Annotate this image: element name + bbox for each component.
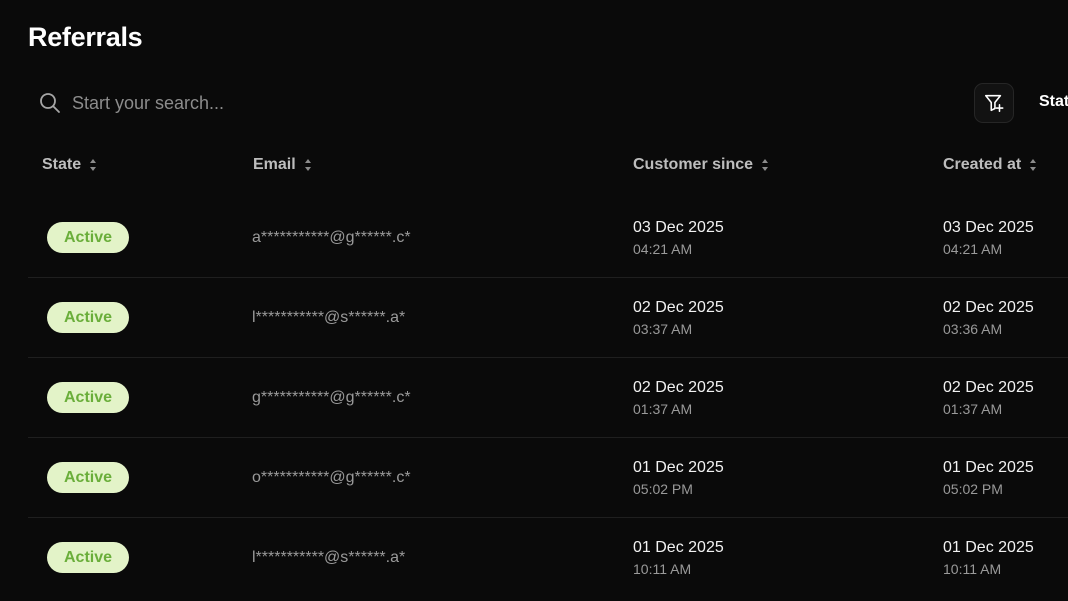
customer-since-time: 01:37 AM [633, 401, 693, 417]
sort-icon [762, 159, 769, 171]
customer-since-time: 10:11 AM [633, 561, 692, 577]
add-filter-button[interactable] [974, 83, 1014, 123]
created-at-time: 01:37 AM [943, 401, 1003, 417]
sort-icon [1030, 159, 1037, 171]
column-header-email[interactable]: Email [253, 156, 312, 174]
email-cell: l***********@s******.a* [252, 309, 406, 326]
customer-since-time: 05:02 PM [633, 481, 693, 497]
status-badge: Active [47, 462, 129, 493]
table-row[interactable]: Active g***********@g******.c* 02 Dec 20… [28, 358, 1068, 438]
customer-since-date: 02 Dec 2025 [633, 299, 724, 316]
created-at-time: 04:21 AM [943, 241, 1003, 257]
column-header-label: Created at [943, 156, 1022, 173]
customer-since-cell: 03 Dec 2025 04:21 AM [633, 219, 724, 257]
created-at-date: 01 Dec 2025 [943, 459, 1034, 476]
customer-since-date: 02 Dec 2025 [633, 379, 724, 396]
created-at-date: 02 Dec 2025 [943, 299, 1034, 316]
customer-since-date: 01 Dec 2025 [633, 539, 724, 556]
created-at-cell: 02 Dec 2025 01:37 AM [943, 379, 1034, 417]
email-cell: o***********@g******.c* [252, 469, 411, 486]
created-at-time: 10:11 AM [943, 561, 1002, 577]
customer-since-date: 01 Dec 2025 [633, 459, 724, 476]
table-row[interactable]: Active o***********@g******.c* 01 Dec 20… [28, 438, 1068, 518]
status-badge: Active [47, 542, 129, 573]
customer-since-time: 04:21 AM [633, 241, 693, 257]
sort-icon [304, 159, 311, 171]
created-at-date: 01 Dec 2025 [943, 539, 1034, 556]
search-icon [40, 93, 60, 113]
email-cell: g***********@g******.c* [252, 389, 411, 406]
email-cell: l***********@s******.a* [252, 549, 406, 566]
column-header-label: State [42, 156, 82, 173]
created-at-time: 05:02 PM [943, 481, 1003, 497]
filter-plus-icon [984, 94, 1004, 113]
created-at-cell: 01 Dec 2025 05:02 PM [943, 459, 1034, 497]
customer-since-cell: 02 Dec 2025 03:37 AM [633, 299, 724, 337]
column-header-label: Email [253, 156, 296, 173]
column-header-state[interactable]: State [42, 156, 97, 174]
column-header-customer-since[interactable]: Customer since [633, 156, 769, 174]
status-badge: Active [47, 382, 129, 413]
created-at-time: 03:36 AM [943, 321, 1003, 337]
created-at-date: 02 Dec 2025 [943, 379, 1034, 396]
customer-since-cell: 02 Dec 2025 01:37 AM [633, 379, 724, 417]
referrals-page: Referrals Status State Email Customer si… [0, 0, 1068, 601]
table-header: State Email Customer since Created at [0, 156, 1068, 180]
created-at-cell: 03 Dec 2025 04:21 AM [943, 219, 1034, 257]
search-input[interactable] [72, 92, 552, 114]
page-title: Referrals [28, 22, 143, 52]
column-header-created-at[interactable]: Created at [943, 156, 1037, 174]
table-row[interactable]: Active l***********@s******.a* 01 Dec 20… [28, 518, 1068, 598]
status-badge: Active [47, 222, 129, 253]
created-at-date: 03 Dec 2025 [943, 219, 1034, 236]
column-header-label: Customer since [633, 156, 754, 173]
customer-since-cell: 01 Dec 2025 05:02 PM [633, 459, 724, 497]
customer-since-date: 03 Dec 2025 [633, 219, 724, 236]
email-cell: a***********@g******.c* [252, 229, 411, 246]
sort-icon [90, 159, 97, 171]
status-filter-button[interactable]: Status [1039, 93, 1068, 111]
created-at-cell: 02 Dec 2025 03:36 AM [943, 299, 1034, 337]
status-badge: Active [47, 302, 129, 333]
table-row[interactable]: Active a***********@g******.c* 03 Dec 20… [28, 198, 1068, 278]
customer-since-time: 03:37 AM [633, 321, 693, 337]
customer-since-cell: 01 Dec 2025 10:11 AM [633, 539, 724, 577]
table-row[interactable]: Active l***********@s******.a* 02 Dec 20… [28, 278, 1068, 358]
referrals-table-body: Active a***********@g******.c* 03 Dec 20… [28, 198, 1068, 598]
created-at-cell: 01 Dec 2025 10:11 AM [943, 539, 1034, 577]
search-bar[interactable] [28, 84, 588, 122]
